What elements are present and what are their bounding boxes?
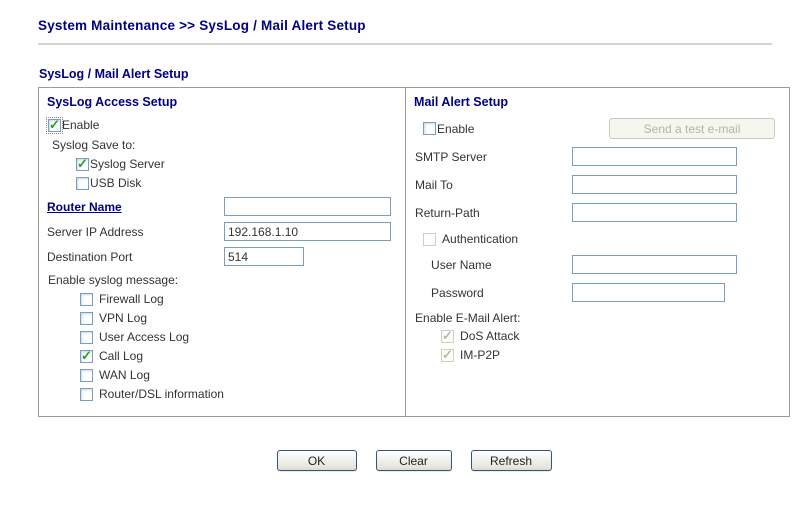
- im-p2p-checkbox[interactable]: [441, 347, 455, 362]
- mail-enable-label: Enable: [437, 121, 475, 136]
- user-name-label: User Name: [431, 257, 492, 272]
- password-input[interactable]: [572, 283, 726, 302]
- return-path-row: Return-Path: [415, 203, 781, 222]
- im-p2p-label: IM-P2P: [460, 348, 501, 362]
- firewall-log-checkbox[interactable]: [80, 293, 93, 306]
- user-name-row: User Name: [415, 255, 781, 274]
- password-row: Password: [415, 283, 781, 302]
- syslog-server-checkbox[interactable]: [76, 156, 89, 171]
- destination-port-row: Destination Port: [47, 247, 397, 266]
- wan-log-row: WAN Log: [80, 368, 397, 383]
- mail-to-row: Mail To: [415, 175, 781, 194]
- firewall-log-label: Firewall Log: [99, 292, 164, 306]
- router-dsl-info-row: Router/DSL information: [80, 387, 397, 402]
- clear-button[interactable]: Clear: [375, 450, 452, 471]
- vpn-log-checkbox[interactable]: [80, 312, 93, 325]
- syslog-access-setup-section: SysLog Access Setup Enable Syslog Save t…: [39, 88, 405, 416]
- mail-alert-setup-section: Mail Alert Setup Enable Send a test e-ma…: [405, 88, 789, 416]
- smtp-server-input[interactable]: [572, 147, 738, 166]
- section-title: SysLog / Mail Alert Setup: [39, 67, 189, 81]
- dos-attack-checkbox[interactable]: [441, 328, 455, 343]
- wan-log-label: WAN Log: [99, 368, 150, 382]
- user-access-log-row: User Access Log: [80, 330, 397, 345]
- router-name-row: Router Name: [47, 197, 397, 216]
- syslog-enable-label: Enable: [62, 118, 100, 132]
- mail-to-label: Mail To: [415, 177, 453, 192]
- mail-enable-row: Enable Send a test e-mail: [423, 118, 781, 139]
- mail-enable-checkbox[interactable]: [423, 122, 437, 135]
- router-name-link[interactable]: Router Name: [47, 200, 122, 214]
- syslog-server-row: Syslog Server: [76, 156, 397, 172]
- authentication-row: Authentication: [423, 232, 781, 247]
- settings-panel: SysLog Access Setup Enable Syslog Save t…: [38, 87, 790, 417]
- password-label: Password: [431, 285, 484, 300]
- user-access-log-label: User Access Log: [99, 330, 190, 344]
- smtp-server-row: SMTP Server: [415, 147, 781, 166]
- send-test-email-button[interactable]: Send a test e-mail: [609, 118, 775, 139]
- server-ip-row: Server IP Address: [47, 222, 397, 241]
- router-dsl-info-checkbox[interactable]: [80, 388, 93, 401]
- return-path-input[interactable]: [572, 203, 738, 222]
- call-log-label: Call Log: [99, 349, 144, 363]
- authentication-label: Authentication: [442, 232, 519, 246]
- return-path-label: Return-Path: [415, 205, 480, 220]
- enable-syslog-message-label: Enable syslog message:: [48, 273, 179, 287]
- router-name-input[interactable]: [224, 197, 391, 216]
- user-name-input[interactable]: [572, 255, 738, 274]
- smtp-server-label: SMTP Server: [415, 149, 487, 164]
- usb-disk-row: USB Disk: [76, 176, 397, 191]
- divider-rule: [38, 43, 772, 45]
- server-ip-label: Server IP Address: [47, 224, 144, 239]
- firewall-log-row: Firewall Log: [80, 292, 397, 307]
- breadcrumb: System Maintenance >> SysLog / Mail Aler…: [38, 18, 366, 33]
- syslog-section-title: SysLog Access Setup: [47, 95, 178, 109]
- syslog-enable-checkbox[interactable]: [46, 117, 63, 134]
- call-log-checkbox[interactable]: [80, 348, 93, 363]
- wan-log-checkbox[interactable]: [80, 369, 93, 382]
- user-access-log-checkbox[interactable]: [80, 331, 93, 344]
- dos-attack-label: DoS Attack: [460, 329, 520, 343]
- authentication-checkbox[interactable]: [423, 233, 437, 246]
- syslog-save-to-label: Syslog Save to:: [52, 138, 136, 152]
- vpn-log-label: VPN Log: [99, 311, 148, 325]
- usb-disk-checkbox[interactable]: [76, 177, 89, 190]
- destination-port-input[interactable]: [224, 247, 304, 266]
- enable-email-alert-label: Enable E-Mail Alert:: [415, 311, 521, 325]
- destination-port-label: Destination Port: [47, 249, 133, 264]
- dos-attack-row: DoS Attack: [441, 328, 781, 344]
- page: System Maintenance >> SysLog / Mail Aler…: [0, 0, 810, 471]
- im-p2p-row: IM-P2P: [441, 347, 781, 363]
- ok-button[interactable]: OK: [276, 450, 357, 471]
- mail-to-input[interactable]: [572, 175, 738, 194]
- syslog-server-label: Syslog Server: [90, 157, 165, 171]
- server-ip-input[interactable]: [224, 222, 391, 241]
- action-buttons: OK Clear Refresh: [38, 450, 790, 471]
- mail-section-title: Mail Alert Setup: [414, 95, 509, 109]
- refresh-button[interactable]: Refresh: [470, 450, 552, 471]
- vpn-log-row: VPN Log: [80, 311, 397, 326]
- syslog-enable-row: Enable: [46, 117, 397, 134]
- usb-disk-label: USB Disk: [90, 176, 142, 190]
- router-dsl-info-label: Router/DSL information: [99, 387, 224, 401]
- call-log-row: Call Log: [80, 348, 397, 364]
